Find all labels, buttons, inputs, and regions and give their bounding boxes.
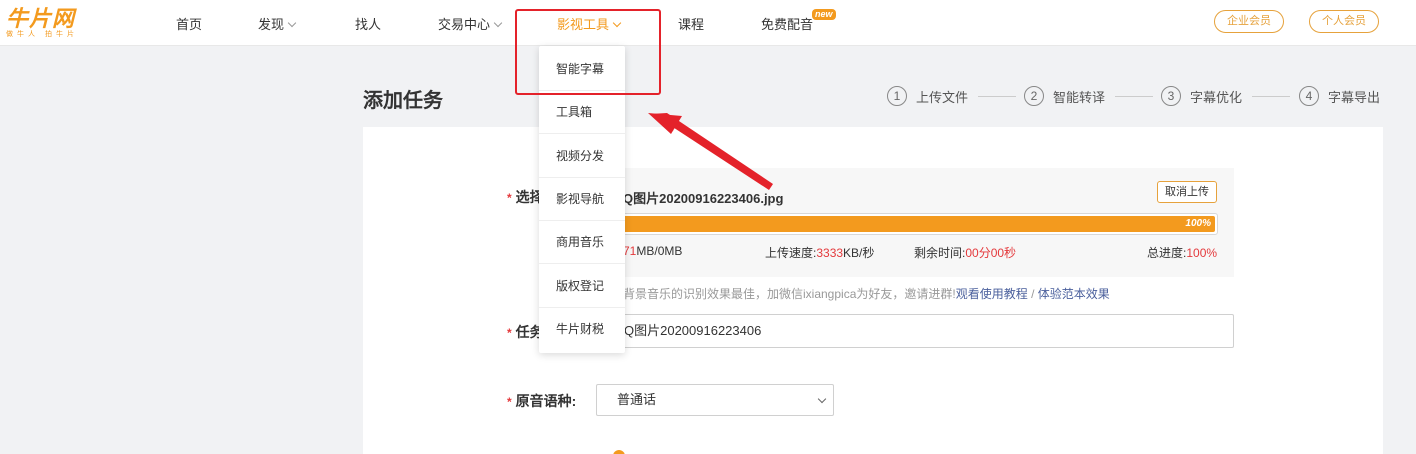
annotation-highlight-box	[515, 9, 661, 95]
site-logo[interactable]: 牛片网 做牛人 拍牛片	[6, 8, 78, 39]
progress-percent: 100%	[1185, 218, 1211, 229]
top-header: 牛片网 做牛人 拍牛片 首页 发现 找人 交易中心 影视工具 课程 免费配音 ne…	[0, 0, 1416, 46]
nav-home[interactable]: 首页	[176, 14, 202, 33]
language-select[interactable]: 普通话	[596, 384, 834, 416]
step-label: 智能转译	[1053, 89, 1106, 105]
step-number: 2	[1024, 86, 1044, 106]
nav-find-people[interactable]: 找人	[355, 14, 381, 33]
total-progress: 总进度:100%	[1147, 246, 1218, 260]
chevron-down-icon	[493, 18, 503, 28]
upload-hint: 背景音乐的识别效果最佳，加微信ixiangpica为好友，邀请进群!观看使用教程…	[623, 287, 1110, 301]
step-connector	[1252, 96, 1290, 97]
new-badge: new	[812, 9, 836, 20]
step-optimize: 3 字幕优化	[1161, 86, 1242, 106]
dropdown-item-commercial-music[interactable]: 商用音乐	[539, 221, 625, 264]
chevron-down-icon	[287, 18, 297, 28]
step-upload: 1 上传文件	[887, 86, 968, 106]
nav-trade-center[interactable]: 交易中心	[438, 14, 503, 33]
step-connector	[1115, 96, 1153, 97]
step-label: 上传文件	[916, 89, 969, 105]
logo-text: 牛片网	[6, 6, 76, 31]
dropdown-item-finance-tax[interactable]: 牛片财税	[539, 308, 625, 351]
step-label: 字幕优化	[1190, 89, 1243, 105]
cancel-upload-button[interactable]: 取消上传	[1157, 181, 1217, 203]
progress-fill: 100%	[543, 216, 1215, 232]
task-name-input[interactable]: Q图片20200916223406	[540, 314, 1234, 348]
dropdown-item-toolbox[interactable]: 工具箱	[539, 91, 625, 134]
upload-speed: 上传速度:3333KB/秒	[765, 246, 875, 260]
remaining-time: 剩余时间:00分00秒	[914, 246, 1017, 260]
step-connector	[978, 96, 1016, 97]
dropdown-item-copyright-registration[interactable]: 版权登记	[539, 265, 625, 308]
step-label: 字幕导出	[1328, 89, 1381, 105]
tutorial-link[interactable]: 观看使用教程	[956, 287, 1028, 301]
step-export: 4 字幕导出	[1299, 86, 1380, 106]
nav-courses[interactable]: 课程	[678, 14, 704, 33]
sample-link[interactable]: 体验范本效果	[1038, 287, 1110, 301]
logo-slogan: 做牛人 拍牛片	[6, 31, 78, 38]
page-title: 添加任务	[363, 90, 443, 112]
nav-discover[interactable]: 发现	[258, 14, 297, 33]
step-number: 4	[1299, 86, 1319, 106]
upload-progress-bar: 100%	[540, 213, 1218, 235]
chevron-down-icon	[817, 394, 827, 404]
uploaded-file-name: Q图片20200916223406.jpg	[623, 191, 784, 206]
step-number: 1	[887, 86, 907, 106]
upload-size: 71MB/0MB	[623, 244, 683, 258]
step-number: 3	[1161, 86, 1181, 106]
personal-member-button[interactable]: 个人会员	[1309, 10, 1379, 33]
dropdown-item-film-navigation[interactable]: 影视导航	[539, 178, 625, 221]
language-label: * 原音语种:	[507, 393, 577, 409]
step-translate: 2 智能转译	[1024, 86, 1105, 106]
nav-free-dubbing[interactable]: 免费配音 new	[761, 9, 836, 33]
dropdown-item-video-distribution[interactable]: 视频分发	[539, 135, 625, 178]
enterprise-member-button[interactable]: 企业会员	[1214, 10, 1284, 33]
